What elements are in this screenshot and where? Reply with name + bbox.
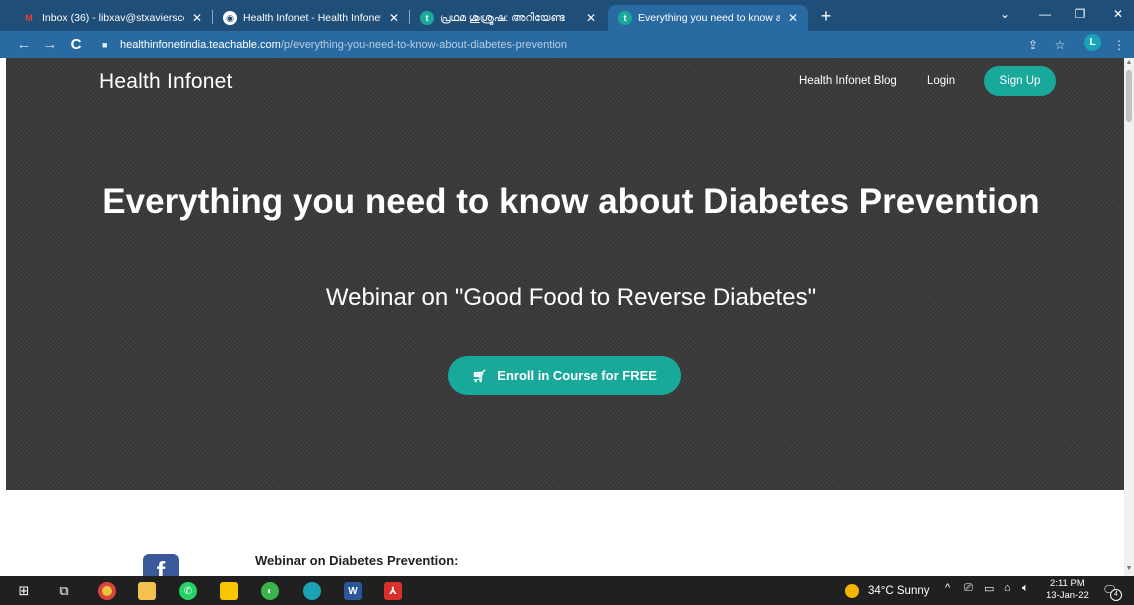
sticky-notes-icon[interactable]	[217, 579, 241, 603]
app-green-icon[interactable]: ◐	[258, 579, 282, 603]
close-icon[interactable]: ✕	[387, 11, 401, 25]
cart-icon: 🛒︎	[472, 368, 488, 383]
signup-button[interactable]: Sign Up	[984, 66, 1056, 96]
close-icon[interactable]: ✕	[786, 11, 800, 25]
browser-tab-strip: M Inbox (36) - libxav@stxavierscolle ✕ ◉…	[0, 0, 1134, 31]
nav-link-blog[interactable]: Health Infonet Blog	[799, 75, 897, 87]
enroll-button[interactable]: 🛒︎ Enroll in Course for FREE	[448, 356, 681, 395]
tab-title: Everything you need to know abo	[638, 12, 780, 24]
address-bar[interactable]: ■ healthinfonetindia.teachable.com/p/eve…	[96, 34, 1110, 55]
tab-health-infonet[interactable]: ◉ Health Infonet - Health Infonet, I ✕	[213, 5, 409, 31]
menu-kebab-icon[interactable]: ⋮	[1110, 36, 1128, 54]
new-tab-button[interactable]: +	[816, 6, 836, 26]
windows-start-icon[interactable]: ⊞	[12, 579, 36, 603]
scroll-up-icon[interactable]: ▲	[1125, 59, 1133, 66]
globe-icon: ◉	[223, 11, 237, 25]
clock-time: 2:11 PM	[1050, 578, 1085, 589]
chevron-up-icon[interactable]: ^	[945, 582, 950, 594]
back-icon[interactable]: ←	[14, 35, 34, 55]
clock-date: 13-Jan-22	[1046, 590, 1089, 601]
network-icon[interactable]: ⌂	[1004, 582, 1011, 594]
weather-sun-icon[interactable]	[845, 584, 859, 598]
system-clock[interactable]: 2:11 PM 13-Jan-22	[1046, 578, 1089, 602]
tab-search-icon[interactable]: ⌄	[990, 4, 1020, 24]
minimize-button[interactable]: —	[1030, 4, 1060, 24]
volume-icon[interactable]: 🔈︎	[1022, 582, 1029, 595]
tab-diabetes-prevention[interactable]: t Everything you need to know abo ✕	[608, 5, 808, 31]
tab-title: Inbox (36) - libxav@stxavierscolle	[42, 12, 184, 24]
task-view-icon[interactable]: ⧉	[52, 579, 76, 603]
teachable-icon: t	[618, 11, 632, 25]
hero-section: Health Infonet Health Infonet Blog Login…	[6, 58, 1124, 490]
tray-app-icon[interactable]: ⎚	[964, 582, 973, 595]
notification-count: 4	[1110, 589, 1122, 601]
tab-first-aid[interactable]: t പ്രഥമ ശുശ്രൂഷ: അറിയേണ്ട ✕	[410, 5, 606, 31]
close-icon[interactable]: ✕	[190, 11, 204, 25]
chrome-icon[interactable]	[95, 579, 119, 603]
tab-gmail-inbox[interactable]: M Inbox (36) - libxav@stxavierscolle ✕	[12, 5, 212, 31]
word-icon[interactable]: W	[341, 579, 365, 603]
url-path: /p/everything-you-need-to-know-about-dia…	[280, 38, 568, 51]
tab-title: പ്രഥമ ശുശ്രൂഷ: അറിയേണ്ട	[440, 11, 565, 24]
notification-icon[interactable]: 🗨︎ 4	[1102, 583, 1122, 601]
page-subtitle: Webinar on "Good Food to Reverse Diabete…	[325, 284, 817, 311]
site-logo[interactable]: Health Infonet	[99, 70, 233, 94]
scroll-down-icon[interactable]: ▼	[1125, 565, 1133, 572]
gmail-icon: M	[25, 13, 33, 23]
reload-icon[interactable]: C	[66, 35, 86, 55]
whatsapp-icon[interactable]: ✆	[176, 579, 200, 603]
close-window-button[interactable]: ✕	[1103, 4, 1133, 24]
scrollbar-thumb[interactable]	[1126, 70, 1132, 122]
facebook-icon[interactable]: f	[143, 554, 179, 576]
tab-title: Health Infonet - Health Infonet, I	[243, 12, 381, 24]
lock-icon[interactable]: ■	[102, 40, 112, 50]
browser-toolbar: ← → C ■ healthinfonetindia.teachable.com…	[0, 31, 1134, 58]
section-heading: Webinar on Diabetes Prevention:	[255, 553, 459, 568]
file-explorer-icon[interactable]	[135, 579, 159, 603]
bookmark-star-icon[interactable]: ☆	[1051, 36, 1069, 54]
acrobat-icon[interactable]: ⅄	[381, 579, 405, 603]
nav-link-login[interactable]: Login	[927, 75, 955, 87]
enroll-label: Enroll in Course for FREE	[497, 368, 657, 383]
close-icon[interactable]: ✕	[584, 11, 598, 25]
page-scrollbar[interactable]: ▲ ▼	[1124, 58, 1134, 576]
battery-icon[interactable]: ▭	[984, 582, 994, 595]
url-host: healthinfonetindia.teachable.com	[120, 38, 281, 51]
page-title: Everything you need to know about Diabet…	[102, 182, 1040, 221]
restore-button[interactable]: ❐	[1065, 4, 1095, 24]
teachable-icon: t	[420, 11, 434, 25]
chrome-profile-icon[interactable]	[300, 579, 324, 603]
web-page: Health Infonet Health Infonet Blog Login…	[0, 58, 1124, 576]
weather-text[interactable]: 34°C Sunny	[868, 585, 930, 597]
forward-icon[interactable]: →	[40, 35, 60, 55]
share-icon[interactable]: ⇪	[1024, 36, 1042, 54]
profile-avatar[interactable]: L	[1084, 34, 1101, 51]
